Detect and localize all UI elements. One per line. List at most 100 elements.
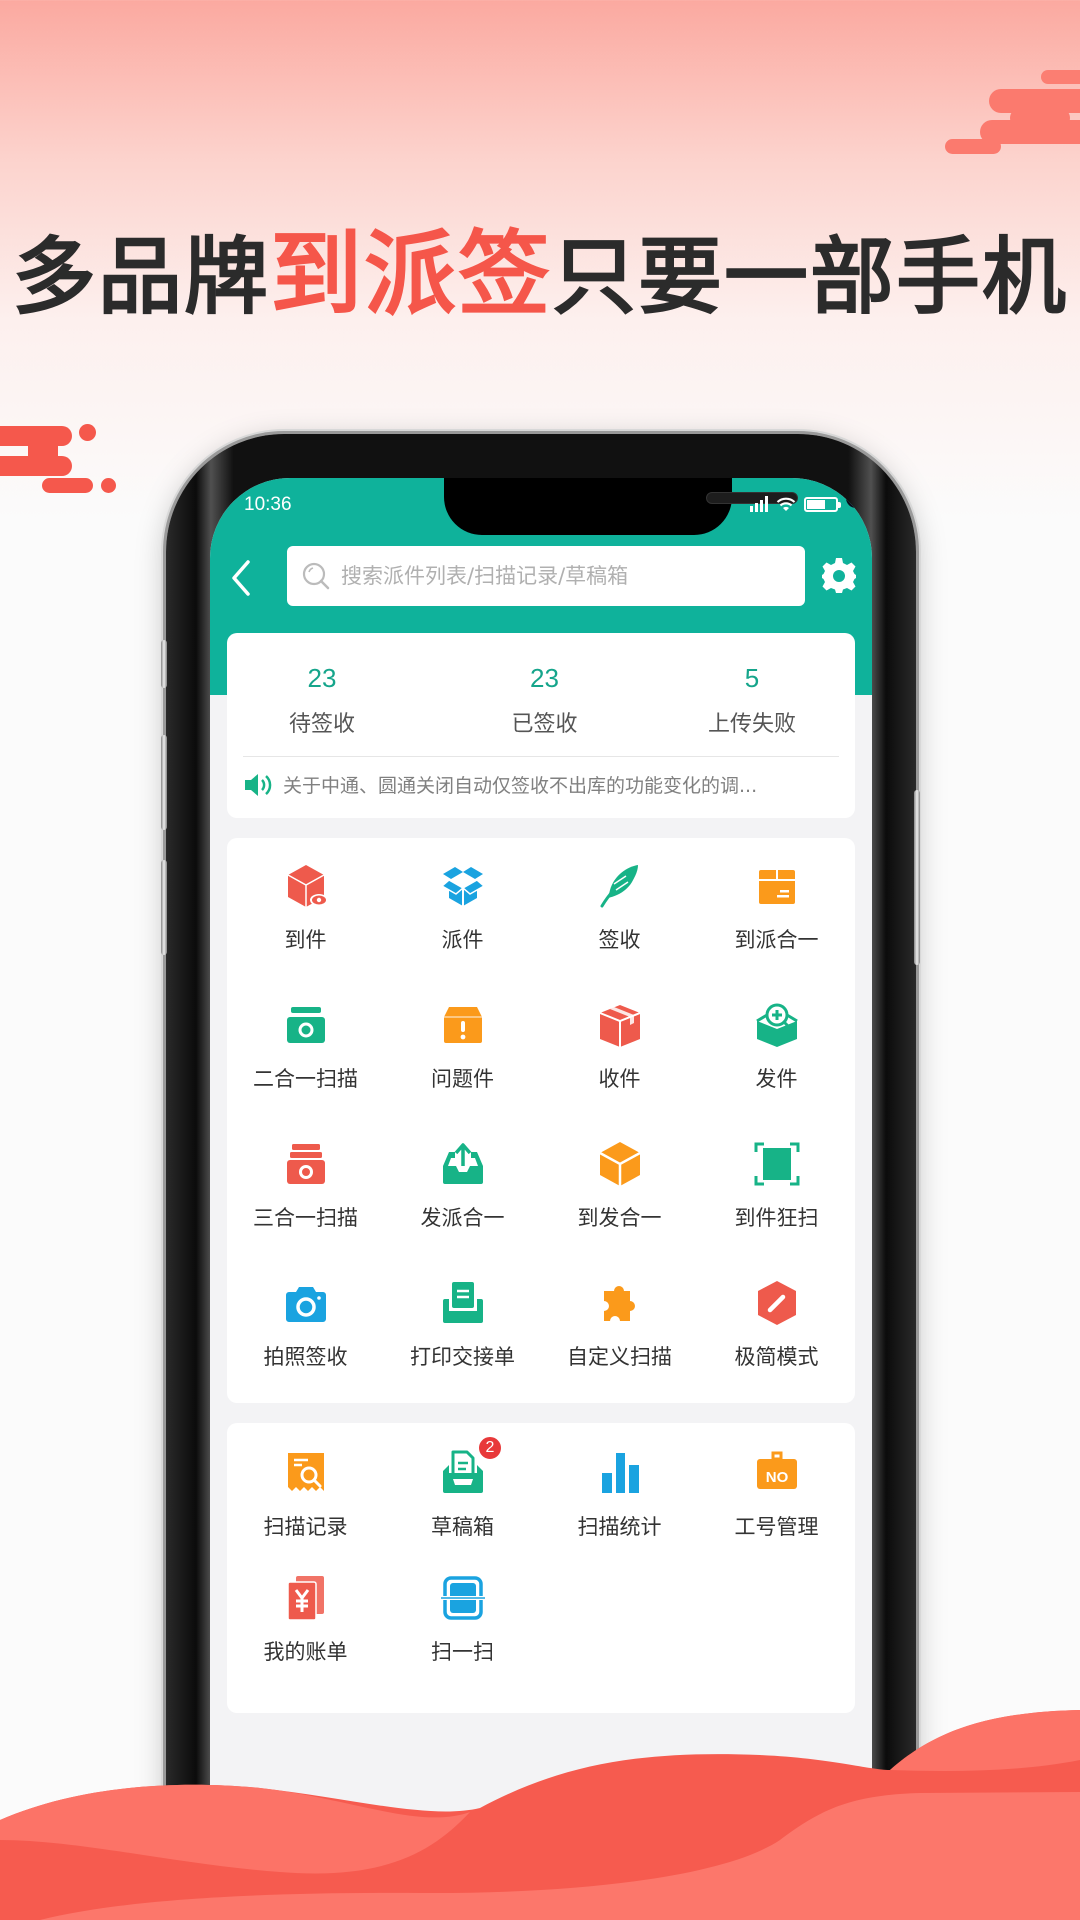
grid-item-parcel[interactable]: 收件 xyxy=(541,977,698,1116)
grid-item-scan-frame[interactable]: 到件狂扫 xyxy=(698,1116,855,1255)
stacked-scale-icon xyxy=(282,1140,330,1188)
id-badge-icon: NO xyxy=(753,1449,801,1497)
decor-dash xyxy=(1041,70,1080,84)
bill-yen-icon xyxy=(282,1574,330,1622)
scale-icon xyxy=(282,1001,330,1049)
grid-item-label: 收件 xyxy=(598,1067,641,1091)
stat-upload-failed[interactable]: 5 上传失败 xyxy=(672,663,832,753)
decor-bottom-wave xyxy=(0,1710,1080,1920)
tray-upload-icon xyxy=(439,1140,487,1188)
notice-bar[interactable]: 关于中通、圆通关闭自动仅签收不出库的功能变化的调... xyxy=(243,771,829,798)
grid-item-hexagon-pen[interactable]: 极简模式 xyxy=(698,1255,855,1394)
wifi-icon xyxy=(776,497,796,511)
settings-button[interactable] xyxy=(820,556,858,594)
scan-frame-icon xyxy=(753,1140,801,1188)
grid-item-package[interactable]: 到派合一 xyxy=(698,838,855,977)
grid-item-label: 草稿箱 xyxy=(431,1515,494,1539)
back-button[interactable] xyxy=(222,556,262,600)
grid-item-scale[interactable]: 二合一扫描 xyxy=(227,977,384,1116)
printer-icon xyxy=(439,1279,487,1327)
receipt-search-icon xyxy=(282,1449,330,1497)
grid-item-receipt-search[interactable]: 扫描记录 xyxy=(227,1423,384,1548)
notch xyxy=(444,478,866,535)
box-alert-icon xyxy=(439,1001,487,1049)
grid-item-label: 打印交接单 xyxy=(410,1345,515,1369)
grid-item-puzzle[interactable]: 自定义扫描 xyxy=(541,1255,698,1394)
headline-accent: 到派签 xyxy=(269,221,552,328)
tools-grid: 扫描记录 草稿箱 2 扫描统计 NO 工号管理我的账单 扫一扫 xyxy=(227,1423,855,1673)
grid-item-cube[interactable]: 到发合一 xyxy=(541,1116,698,1255)
stat-signed[interactable]: 23 已签收 xyxy=(417,663,672,753)
grid-item-box-alert[interactable]: 问题件 xyxy=(384,977,541,1116)
front-camera xyxy=(846,488,866,508)
grid-item-label: 扫一扫 xyxy=(431,1640,494,1664)
grid-item-box-eye[interactable]: 到件 xyxy=(227,838,384,977)
grid-item-label: 扫描记录 xyxy=(263,1515,348,1539)
status-time: 10:36 xyxy=(244,494,292,515)
hexagon-pen-icon xyxy=(753,1279,801,1327)
headline: 多品牌到派签只要一部手机 xyxy=(0,200,1080,333)
decor-dot xyxy=(101,478,116,493)
grid-item-scan[interactable]: 扫一扫 xyxy=(384,1548,541,1673)
battery-icon xyxy=(804,497,841,512)
function-grid-card: 到件 派件 签收 到派合一二合一扫描 问题件 收件 发件三合一扫描 发派合一 到发合一 到件狂扫拍… xyxy=(227,838,855,1403)
grid-item-bill-yen[interactable]: 我的账单 xyxy=(227,1548,384,1673)
grid-item-tray-upload[interactable]: 发派合一 xyxy=(384,1116,541,1255)
decor-dash xyxy=(0,456,72,476)
grid-item-label: 到派合一 xyxy=(734,928,819,952)
grid-item-label: 拍照签收 xyxy=(263,1345,348,1369)
stat-pending-sign[interactable]: 23 待签收 xyxy=(227,663,417,753)
phone-volume-up xyxy=(161,735,167,830)
scan-icon xyxy=(439,1574,487,1622)
search-icon xyxy=(302,562,330,590)
grid-item-stacked-scale[interactable]: 三合一扫描 xyxy=(227,1116,384,1255)
stats-row: 23 待签收 23 已签收 5 上传失败 xyxy=(227,633,855,753)
grid-item-label: 到件狂扫 xyxy=(734,1206,819,1230)
bar-chart-icon xyxy=(596,1449,644,1497)
grid-item-label: 派件 xyxy=(441,928,484,952)
grid-item-label: 二合一扫描 xyxy=(253,1067,358,1091)
search-bar[interactable] xyxy=(287,546,805,606)
decor-dash xyxy=(945,139,1001,154)
grid-item-label: 到件 xyxy=(284,928,327,952)
grid-item-id-badge[interactable]: NO 工号管理 xyxy=(698,1423,855,1548)
parcel-icon xyxy=(596,1001,644,1049)
headline-suffix: 只要一部手机 xyxy=(552,228,1069,326)
decor-dot xyxy=(79,424,96,441)
grid-item-label: 发派合一 xyxy=(420,1206,505,1230)
open-box-icon xyxy=(439,862,487,910)
grid-item-label: 扫描统计 xyxy=(577,1515,662,1539)
notice-text: 关于中通、圆通关闭自动仅签收不出库的功能变化的调... xyxy=(283,775,758,797)
stat-value: 5 xyxy=(744,663,760,693)
stat-label: 待签收 xyxy=(288,712,355,737)
grid-item-label: 极简模式 xyxy=(734,1345,819,1369)
phone-volume-down xyxy=(161,860,167,955)
box-eye-icon xyxy=(282,862,330,910)
chevron-left-icon xyxy=(232,560,250,596)
grid-item-printer[interactable]: 打印交接单 xyxy=(384,1255,541,1394)
signal-icon xyxy=(750,496,768,512)
grid-item-label: 签收 xyxy=(598,928,641,952)
grid-item-open-box[interactable]: 派件 xyxy=(384,838,541,977)
grid-item-label: 发件 xyxy=(755,1067,798,1091)
phone-mute-switch xyxy=(161,640,167,688)
grid-item-label: 我的账单 xyxy=(263,1640,348,1664)
grid-item-camera[interactable]: 拍照签收 xyxy=(227,1255,384,1394)
divider xyxy=(243,756,839,757)
status-icons xyxy=(750,496,841,512)
grid-item-drafts-inbox[interactable]: 草稿箱 2 xyxy=(384,1423,541,1548)
grid-item-feather[interactable]: 签收 xyxy=(541,838,698,977)
camera-icon xyxy=(282,1279,330,1327)
grid-item-box-search[interactable]: 发件 xyxy=(698,977,855,1116)
notification-badge: 2 xyxy=(477,1435,503,1461)
cube-icon xyxy=(596,1140,644,1188)
grid-item-label: 到发合一 xyxy=(577,1206,662,1230)
decor-dash xyxy=(1010,108,1070,128)
grid-item-bar-chart[interactable]: 扫描统计 xyxy=(541,1423,698,1548)
tools-grid-card: 扫描记录 草稿箱 2 扫描统计 NO 工号管理我的账单 扫一扫 xyxy=(227,1423,855,1713)
grid-item-label: 三合一扫描 xyxy=(253,1206,358,1230)
search-input[interactable] xyxy=(341,564,805,588)
feather-icon xyxy=(596,862,644,910)
package-icon xyxy=(753,862,801,910)
function-grid: 到件 派件 签收 到派合一二合一扫描 问题件 收件 发件三合一扫描 发派合一 到发合一 到件狂扫拍… xyxy=(227,838,855,1394)
